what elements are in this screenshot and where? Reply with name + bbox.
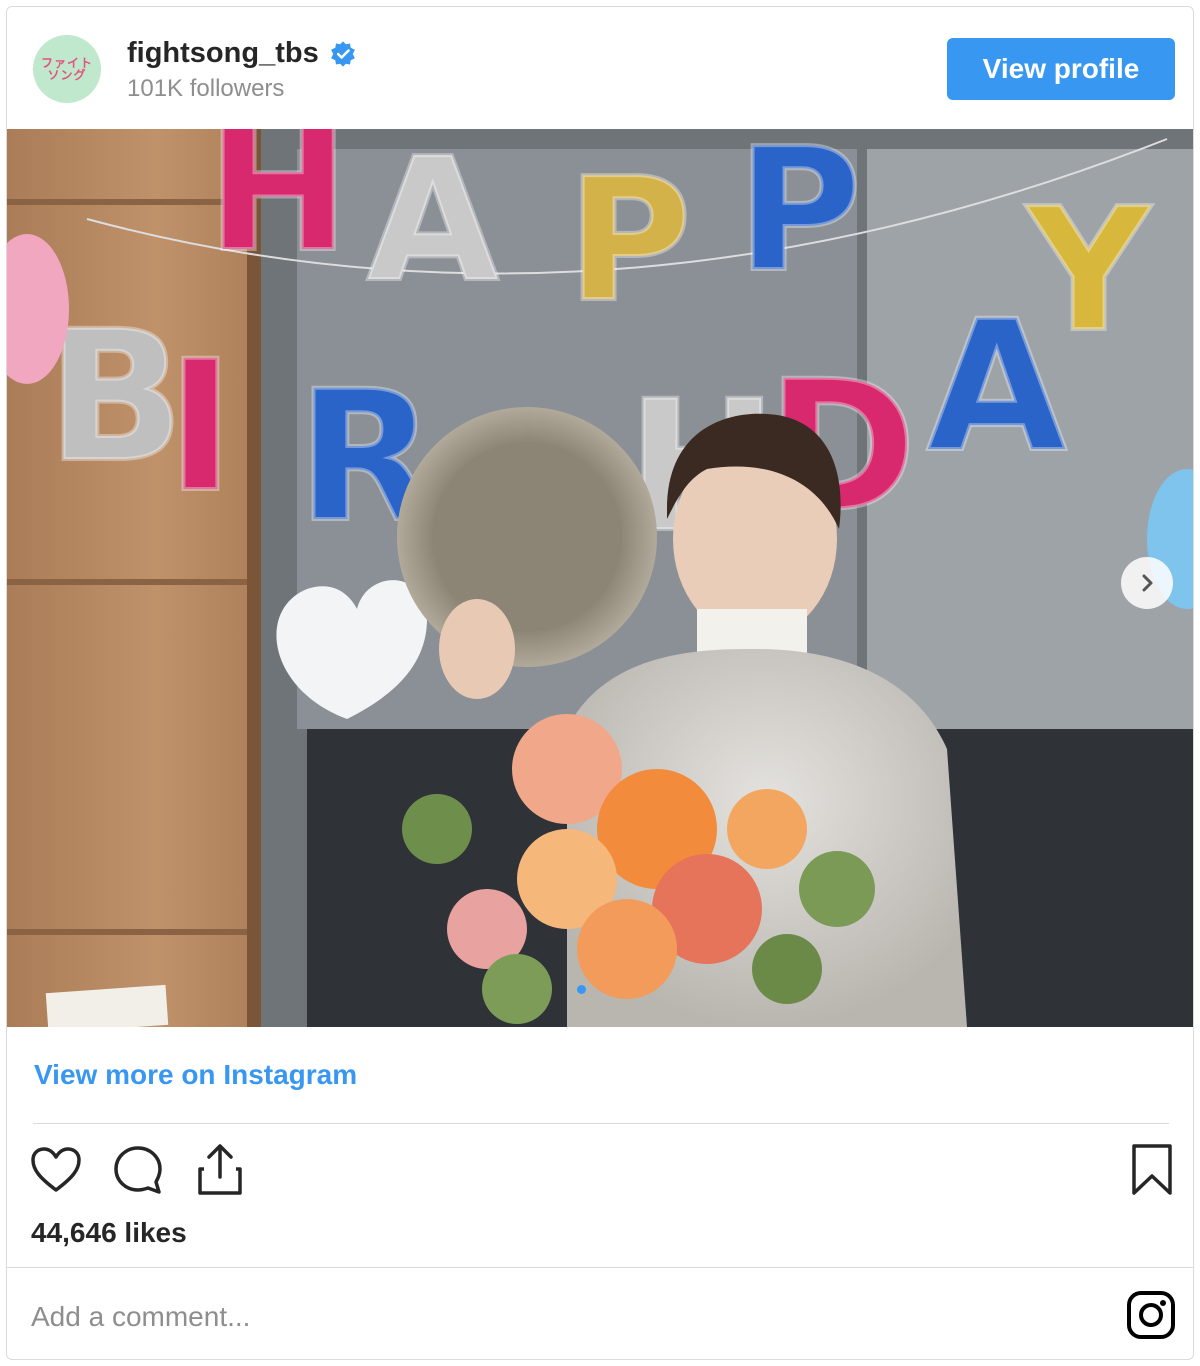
- like-button[interactable]: [29, 1143, 83, 1197]
- svg-text:A: A: [927, 283, 1066, 492]
- next-image-button[interactable]: [1121, 557, 1173, 609]
- svg-text:A: A: [367, 129, 499, 320]
- verified-badge-icon: [330, 40, 355, 67]
- view-more-link[interactable]: View more on Instagram: [34, 1059, 357, 1091]
- chevron-right-icon: [1142, 574, 1153, 592]
- share-button[interactable]: [193, 1143, 247, 1197]
- view-profile-button[interactable]: View profile: [947, 38, 1175, 100]
- action-bar: [29, 1143, 1172, 1197]
- instagram-embed-card: ファイト ソング fightsong_tbs 101K followers Vi…: [6, 6, 1194, 1360]
- bookmark-icon: [1132, 1144, 1172, 1195]
- divider: [33, 1123, 1169, 1124]
- save-button[interactable]: [1125, 1143, 1179, 1197]
- post-photo-illustration: H A P P Y B I R H D A: [7, 129, 1193, 1027]
- username[interactable]: fightsong_tbs: [127, 37, 319, 70]
- comment-input[interactable]: Add a comment...: [31, 1301, 250, 1333]
- svg-text:H: H: [207, 129, 349, 290]
- comment-button[interactable]: [111, 1143, 165, 1197]
- avatar-text-line2: ソング: [47, 68, 87, 82]
- heart-icon: [31, 1147, 81, 1192]
- instagram-icon[interactable]: [1125, 1289, 1177, 1341]
- username-row: fightsong_tbs: [127, 37, 357, 70]
- divider: [7, 1267, 1193, 1268]
- comment-icon: [114, 1146, 162, 1194]
- post-image[interactable]: H A P P Y B I R H D A: [7, 129, 1193, 1027]
- share-icon: [198, 1144, 242, 1195]
- svg-text:P: P: [567, 142, 692, 340]
- follower-count: 101K followers: [127, 75, 285, 102]
- avatar[interactable]: ファイト ソング: [33, 35, 101, 103]
- like-count: 44,646 likes: [31, 1217, 187, 1248]
- carousel-indicator-dot: [577, 985, 586, 994]
- svg-text:P: P: [737, 129, 862, 310]
- post-header: ファイト ソング fightsong_tbs 101K followers Vi…: [7, 7, 1193, 129]
- svg-text:I: I: [167, 323, 234, 532]
